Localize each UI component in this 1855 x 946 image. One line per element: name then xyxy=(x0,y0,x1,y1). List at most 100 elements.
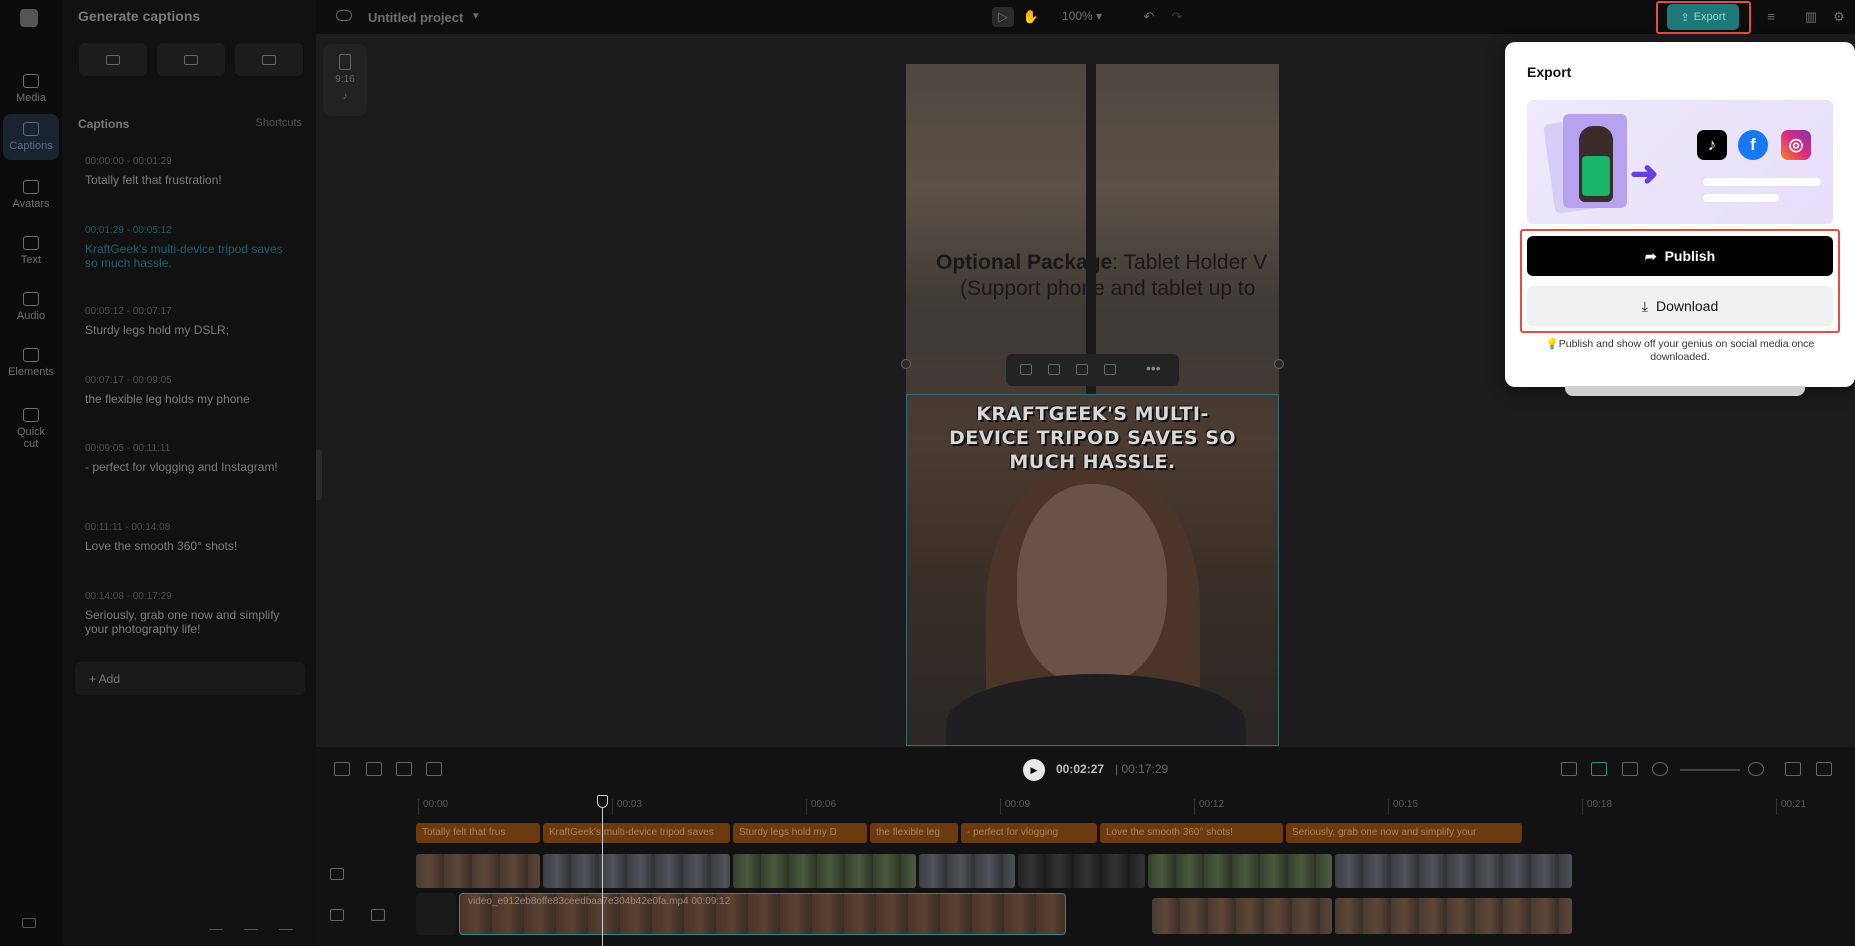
ruler-tick: 00:12 xyxy=(1194,799,1224,815)
rail-item-captions[interactable]: Captions xyxy=(3,114,59,160)
project-title[interactable]: Untitled project xyxy=(368,10,463,25)
rail-item-audio[interactable]: Audio xyxy=(3,284,59,330)
caption-clip[interactable]: Totally felt that frus xyxy=(416,823,540,843)
crop-icon[interactable] xyxy=(1076,364,1088,375)
caption-text[interactable]: KraftGeek's multi-device tripod saves so… xyxy=(85,242,285,270)
add-caption-button[interactable]: + Add xyxy=(75,662,305,695)
caption-text[interactable]: Totally felt that frustration! xyxy=(85,173,285,187)
magnet-snap-icon[interactable] xyxy=(1591,762,1607,776)
download-captions-icon[interactable] xyxy=(209,918,223,930)
shortcuts-link[interactable]: Shortcuts xyxy=(256,117,302,129)
split-scene-icon[interactable] xyxy=(1622,762,1638,776)
caption-time: 00:05:12 - 00:07:17 xyxy=(85,306,285,317)
caption-item[interactable]: 00:00:00 - 00:01:29Totally felt that fru… xyxy=(85,156,285,187)
caption-overlay-text[interactable]: KRAFTGEEK'S MULTI-DEVICE TRIPOD SAVES SO… xyxy=(936,402,1249,474)
caption-text[interactable]: Seriously, grab one now and simplify you… xyxy=(85,608,285,636)
video-clip[interactable] xyxy=(733,854,916,888)
caption-text[interactable]: the flexible leg holds my phone xyxy=(85,392,285,406)
music-icon xyxy=(23,292,39,306)
layout-panel-icon[interactable]: ▥ xyxy=(1800,7,1822,27)
export-popup-title: Export xyxy=(1527,64,1571,80)
rail-item-quick-cut[interactable]: Quick cut xyxy=(3,402,59,456)
caption-template-button[interactable] xyxy=(157,43,225,76)
keyboard-icon[interactable] xyxy=(22,918,36,928)
add-image-icon[interactable] xyxy=(1048,364,1060,375)
caption-item[interactable]: 00:11:11 - 00:14:08Love the smooth 360° … xyxy=(85,522,285,553)
video-clip[interactable] xyxy=(919,854,1015,888)
ruler-tick: 00:09 xyxy=(1000,799,1030,815)
hand-pan-icon[interactable]: ✋ xyxy=(1020,7,1042,27)
subtitle-icon xyxy=(184,55,198,65)
caption-clip[interactable]: Seriously, grab one now and simplify you… xyxy=(1286,823,1522,843)
speaker-icon[interactable] xyxy=(330,909,344,921)
rail-item-text[interactable]: Text xyxy=(3,228,59,274)
delete-icon[interactable] xyxy=(366,762,382,776)
caption-text[interactable]: Sturdy legs hold my DSLR; xyxy=(85,323,285,337)
fit-screen-icon[interactable] xyxy=(1785,762,1801,776)
popup-shadow-tab xyxy=(1565,386,1805,396)
pen-edit-icon[interactable] xyxy=(371,909,385,921)
caption-clip[interactable]: KraftGeek's multi-device tripod saves xyxy=(543,823,730,843)
select-pointer-icon[interactable]: ▷ xyxy=(992,7,1014,27)
caption-text[interactable]: - perfect for vlogging and Instagram! xyxy=(85,460,285,474)
caption-detect-button[interactable] xyxy=(235,43,303,76)
rail-item-avatars[interactable]: Avatars xyxy=(3,172,59,218)
gear-icon[interactable]: ⚙ xyxy=(1828,7,1850,27)
resize-handle-right[interactable] xyxy=(1274,359,1284,369)
comment-icon[interactable] xyxy=(1816,762,1832,776)
resize-handle-left[interactable] xyxy=(901,359,911,369)
caption-item[interactable]: 00:14:08 - 00:17:29Seriously, grab one n… xyxy=(85,591,285,636)
video-clip[interactable] xyxy=(543,854,730,888)
playhead-handle[interactable] xyxy=(597,795,608,808)
caption-item[interactable]: 00:09:05 - 00:11:11- perfect for vloggin… xyxy=(85,443,285,474)
flip-icon[interactable] xyxy=(396,762,412,776)
translate-icon[interactable] xyxy=(244,918,258,930)
collapse-panel-handle[interactable] xyxy=(316,450,322,500)
zoom-level[interactable]: 100% ▾ xyxy=(1062,9,1102,23)
arrow-icon: ➜ xyxy=(1630,154,1659,194)
split-icon[interactable] xyxy=(334,762,350,776)
menu-icon[interactable]: ≡ xyxy=(1760,7,1782,27)
replace-icon[interactable] xyxy=(1104,364,1116,375)
caption-item-active[interactable]: 00:01:29 - 00:05:12KraftGeek's multi-dev… xyxy=(85,225,285,270)
main-video-clip[interactable]: video_e912eb8offe83ceedbaa7e304b42e0fa.m… xyxy=(459,893,1066,935)
timeline-ruler[interactable]: 00:00 00:03 00:06 00:09 00:12 00:15 00:1… xyxy=(316,791,1855,816)
more-icon[interactable]: ••• xyxy=(1146,360,1158,371)
video-clip[interactable] xyxy=(1152,898,1332,934)
video-clip[interactable] xyxy=(416,854,540,888)
redo-icon[interactable]: ↷ xyxy=(1166,7,1188,27)
chevron-down-icon[interactable]: ▾ xyxy=(473,9,479,22)
caption-clip[interactable]: - perfect for vlogging xyxy=(961,823,1097,843)
zoom-slider[interactable] xyxy=(1680,769,1740,771)
caption-style-button[interactable] xyxy=(79,43,147,76)
video-clip[interactable] xyxy=(1018,854,1145,888)
caption-settings-icon[interactable] xyxy=(279,918,293,930)
speaker-icon[interactable] xyxy=(330,868,344,880)
caption-clip[interactable]: Sturdy legs hold my D xyxy=(733,823,867,843)
rail-item-elements[interactable]: Elements xyxy=(3,340,59,386)
app-logo-icon[interactable] xyxy=(20,9,38,27)
zoom-in-icon[interactable] xyxy=(1748,762,1764,776)
top-bar: Untitled project ▾ ▷ ✋ 100% ▾ ↶ ↷ ⇪Expor… xyxy=(316,0,1855,34)
rail-item-media[interactable]: Media xyxy=(3,66,59,112)
elements-icon xyxy=(23,348,39,362)
person-icon[interactable] xyxy=(1020,364,1032,375)
aspect-ratio-selector[interactable]: 9:16 ♪ xyxy=(323,44,367,116)
caption-clip[interactable]: Love the smooth 360° shots! xyxy=(1100,823,1283,843)
captions-section-title: Captions xyxy=(78,117,129,131)
caption-clip[interactable]: the flexible leg xyxy=(870,823,958,843)
playhead[interactable] xyxy=(602,795,603,946)
caption-item[interactable]: 00:07:17 - 00:09:05the flexible leg hold… xyxy=(85,375,285,406)
microphone-icon[interactable] xyxy=(1561,762,1577,776)
caption-item[interactable]: 00:05:12 - 00:07:17 Sturdy legs hold my D… xyxy=(85,306,285,337)
video-clip[interactable] xyxy=(1335,898,1572,934)
undo-icon[interactable]: ↶ xyxy=(1138,7,1160,27)
play-button[interactable]: ▶ xyxy=(1023,759,1045,781)
caption-text[interactable]: Love the smooth 360° shots! xyxy=(85,539,285,553)
video-preview[interactable]: Optional Package: Tablet Holder V(Suppor… xyxy=(906,64,1279,746)
video-clip[interactable] xyxy=(1335,854,1572,888)
download-icon[interactable] xyxy=(426,762,442,776)
zoom-out-icon[interactable] xyxy=(1652,762,1668,776)
cloud-upload-icon xyxy=(23,74,39,88)
video-clip[interactable] xyxy=(1148,854,1332,888)
